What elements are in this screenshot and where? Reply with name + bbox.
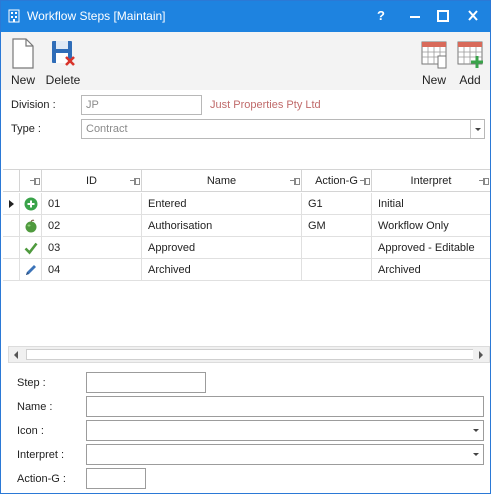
help-button[interactable]: ? [370,6,392,26]
action-g-label: Action-G : [17,473,66,485]
table-row[interactable]: 01 Entered G1 Initial [3,193,490,215]
add-button-label: Add [459,73,481,87]
cell-id: 04 [42,259,142,281]
close-button[interactable] [462,6,484,26]
type-label: Type : [11,123,41,135]
column-header-action-g[interactable]: Action-G [302,170,372,192]
row-icon-cell [20,259,42,281]
cell-action-g [302,259,372,281]
icon-column-header[interactable] [20,170,42,192]
cell-name: Approved [142,237,302,259]
maximize-icon [437,10,449,22]
division-field[interactable]: JP [81,95,202,115]
cell-interpret: Workflow Only [378,220,449,232]
icon-label: Icon : [17,425,44,437]
window-title: Workflow Steps [Maintain] [27,9,166,23]
scroll-right-icon[interactable] [473,347,489,362]
cell-id: 03 [42,237,142,259]
row-indicator [3,215,20,237]
chevron-down-icon[interactable] [469,445,483,464]
horizontal-scrollbar[interactable] [8,346,490,363]
close-icon [468,10,478,21]
table-row[interactable]: 02 Authorisation GM Workflow Only [3,215,490,237]
row-icon-cell [20,237,42,259]
pin-icon[interactable] [360,178,370,185]
cell-id: 02 [42,215,142,237]
workflow-grid: ID Name Action-G Interpret 01 Entered G1… [3,169,490,364]
calendar-new-icon [421,41,447,69]
column-header-name[interactable]: Name [142,170,302,192]
pin-icon[interactable] [30,178,40,185]
chevron-down-icon[interactable] [470,120,484,138]
name-label: Name : [17,401,53,413]
icon-combo[interactable] [86,420,484,441]
cell-interpret: Approved - Editable [378,242,475,254]
save-delete-icon [52,41,75,66]
calendar-add-icon [457,41,483,68]
cell-action-g: GM [302,215,372,237]
row-indicator [3,259,20,281]
action-g-field[interactable] [86,468,146,489]
cell-name: Archived [142,259,302,281]
row-icon-cell [20,193,42,215]
division-label: Division : [11,99,56,111]
scrollbar-thumb[interactable] [26,349,476,360]
cell-id: 01 [42,193,142,215]
pin-icon[interactable] [130,178,140,185]
cell-name: Authorisation [142,215,302,237]
grid-header: ID Name Action-G Interpret [3,170,490,192]
table-row[interactable]: 04 Archived Archived [3,259,490,281]
new-document-icon [12,38,34,69]
add-button[interactable]: Add [450,36,490,88]
delete-button[interactable]: Delete [43,36,83,88]
cell-action-g [302,237,372,259]
pencil-icon [26,265,36,275]
cell-interpret: Archived [378,264,421,276]
maximize-button[interactable] [432,6,454,26]
check-icon [24,242,38,255]
minimize-button[interactable] [404,6,426,26]
column-header-interpret[interactable]: Interpret [372,170,490,192]
chevron-down-icon[interactable] [469,421,483,440]
delete-button-label: Delete [45,73,81,87]
interpret-combo[interactable] [86,444,484,465]
selected-row-arrow-icon [9,200,14,208]
pin-icon[interactable] [479,178,489,185]
table-row[interactable]: 03 Approved Approved - Editable [3,237,490,259]
step-label: Step : [17,377,46,389]
interpret-label: Interpret : [17,449,65,461]
building-icon [8,9,20,23]
title-bar: Workflow Steps [Maintain] ? [1,1,490,32]
row-indicator [3,193,20,215]
add-circle-icon [24,197,38,211]
scroll-left-icon[interactable] [9,347,25,362]
type-combo[interactable]: Contract [81,119,485,139]
workflow-steps-window: Workflow Steps [Maintain] ? New Delete N… [0,0,491,494]
pin-icon[interactable] [290,178,300,185]
type-value: Contract [86,123,128,135]
name-field[interactable] [86,396,484,417]
division-name: Just Properties Pty Ltd [210,99,321,111]
row-indicator [3,237,20,259]
cell-action-g: G1 [302,193,372,215]
step-field[interactable] [86,372,206,393]
toolbar: New Delete New Add [1,32,490,90]
row-icon-cell [20,215,42,237]
minimize-icon [410,16,420,18]
cell-name: Entered [142,193,302,215]
apple-icon [25,219,37,233]
cell-interpret: Initial [378,198,404,210]
column-header-id[interactable]: ID [42,170,142,192]
row-indicator-header [3,170,20,192]
